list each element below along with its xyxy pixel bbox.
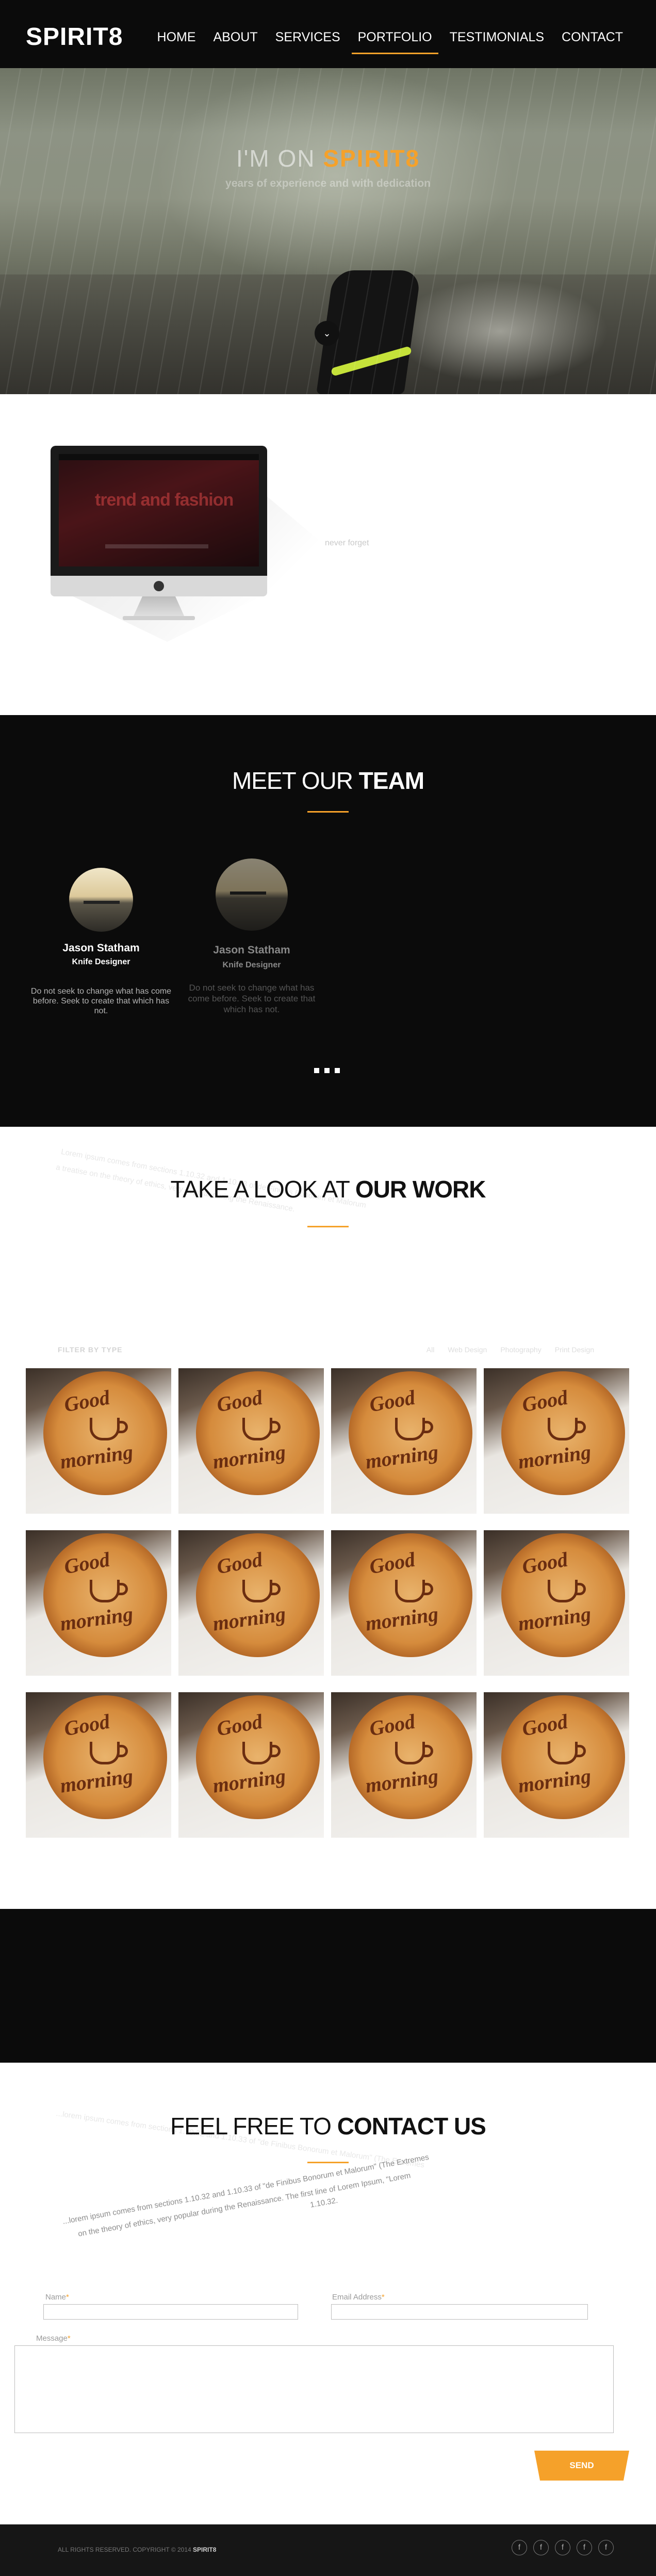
work-title-underline (307, 1226, 349, 1227)
apple-logo-icon (154, 581, 164, 591)
team-carousel-dots (314, 1068, 345, 1073)
portfolio-section: Lorem ipsum comes from sections 1.10.32 … (0, 1127, 656, 1909)
member-name: Jason Statham (62, 942, 140, 954)
hero-subtitle: years of experience and with dedication (225, 177, 431, 189)
team-section: MEET OUR TEAM Jason Statham Knife Design… (0, 715, 656, 1127)
hero-title-highlight: SPIRIT8 (323, 145, 420, 172)
facebook-icon[interactable]: f (533, 2540, 549, 2555)
dark-separator-band (0, 1909, 656, 2063)
contact-section: ...lorem ipsum comes from sections 1.10.… (0, 2063, 656, 2524)
portfolio-tile[interactable]: Good morning (331, 1692, 477, 1838)
send-button[interactable]: SEND (534, 2451, 629, 2481)
menu-item-contact[interactable]: CONTACT (562, 30, 623, 45)
portfolio-tile[interactable]: Good morning (26, 1368, 171, 1514)
filter-label: FILTER BY TYPE (58, 1346, 123, 1354)
chevron-down-icon: ⌄ (323, 328, 331, 338)
carousel-dot[interactable] (335, 1068, 340, 1073)
menu-item-home[interactable]: HOME (157, 30, 196, 45)
team-title-bold: TEAM (358, 767, 424, 794)
portfolio-tile[interactable]: Good morning (331, 1530, 477, 1676)
scroll-down-button[interactable]: ⌄ (315, 321, 339, 346)
team-title-underline (307, 811, 349, 813)
about-side-text: never forget (325, 539, 369, 547)
contact-title-underline (307, 2162, 349, 2163)
portfolio-grid: Good morning Good morning Good morning Good… (26, 1368, 630, 1838)
portfolio-tile[interactable]: Good morning (178, 1530, 324, 1676)
background-text: 1.10.32. (309, 2196, 339, 2210)
filter-all[interactable]: All (427, 1346, 435, 1354)
filter-print-design[interactable]: Print Design (555, 1346, 594, 1354)
member-bio: Do not seek to change what has come befo… (188, 983, 316, 1014)
message-label: Message* (36, 2334, 71, 2343)
menu-item-services[interactable]: SERVICES (275, 30, 340, 45)
work-title: TAKE A LOOK AT OUR WORK (0, 1175, 656, 1203)
carousel-dot[interactable] (324, 1068, 330, 1073)
hero-title: I'M ON SPIRIT8 (0, 144, 656, 172)
imac-screen-headline: trend and fashion (95, 490, 234, 510)
portfolio-tile[interactable]: Good morning (484, 1692, 629, 1838)
imac-base (123, 616, 195, 620)
team-title-plain: MEET OUR (232, 767, 353, 794)
email-label: Email Address* (332, 2293, 385, 2302)
name-label: Name* (45, 2293, 69, 2302)
imac-stand (133, 596, 185, 617)
contact-title-bold: CONTACT US (337, 2113, 486, 2140)
top-navbar: SPIRIT8 HOME ABOUT SERVICES PORTFOLIO TE… (0, 0, 656, 68)
member-bio: Do not seek to change what has come befo… (30, 987, 172, 1015)
member-role: Knife Designer (72, 958, 130, 966)
portfolio-tile[interactable]: Good morning (26, 1692, 171, 1838)
carousel-dot[interactable] (314, 1068, 319, 1073)
avatar (69, 868, 133, 932)
filter-web-design[interactable]: Web Design (448, 1346, 487, 1354)
facebook-icon[interactable]: f (512, 2540, 527, 2555)
hero-section: I'M ON SPIRIT8 years of experience and w… (0, 68, 656, 394)
menu-item-testimonials[interactable]: TESTIMONIALS (450, 30, 544, 45)
portfolio-tile[interactable]: Good morning (178, 1368, 324, 1514)
contact-title: FEEL FREE TO CONTACT US (0, 2112, 656, 2140)
portfolio-tile[interactable]: Good morning (26, 1530, 171, 1676)
work-title-bold: OUR WORK (355, 1176, 486, 1203)
background-text: on the theory of ethics, very popular du… (77, 2171, 412, 2239)
imac-screen: trend and fashion (59, 454, 259, 566)
portfolio-tile[interactable]: Good morning (331, 1368, 477, 1514)
team-title: MEET OUR TEAM (0, 767, 656, 795)
member-role: Knife Designer (222, 961, 281, 969)
message-field[interactable] (14, 2345, 614, 2433)
menu-item-portfolio[interactable]: PORTFOLIO (351, 30, 438, 54)
facebook-icon[interactable]: f (598, 2540, 614, 2555)
filter-options: All Web Design Photography Print Design (413, 1346, 594, 1354)
hero-title-prefix: I'M ON (236, 145, 316, 172)
about-section: trend and fashion never forget (0, 394, 656, 715)
social-links: f f f f f (505, 2540, 614, 2555)
imac-screen-browser-bar (59, 454, 259, 460)
member-name: Jason Statham (213, 944, 290, 956)
copyright-text: ALL RIGHTS RESERVED. COPYRIGHT © 2014 SP… (58, 2546, 217, 2553)
portfolio-tile[interactable]: Good morning (178, 1692, 324, 1838)
avatar (216, 858, 288, 931)
work-title-plain: TAKE A LOOK AT (170, 1176, 350, 1203)
facebook-icon[interactable]: f (555, 2540, 570, 2555)
imac-mockup: trend and fashion (51, 446, 267, 620)
contact-title-plain: FEEL FREE TO (170, 2113, 332, 2140)
background-text: ...lorem ipsum comes from sections 1.10.… (62, 2152, 430, 2226)
filter-photography[interactable]: Photography (500, 1346, 541, 1354)
portfolio-tile[interactable]: Good morning (484, 1368, 629, 1514)
logo[interactable]: SPIRIT8 (26, 23, 123, 51)
portfolio-tile[interactable]: Good morning (484, 1530, 629, 1676)
main-menu: HOME ABOUT SERVICES PORTFOLIO TESTIMONIA… (140, 30, 623, 54)
footer: ALL RIGHTS RESERVED. COPYRIGHT © 2014 SP… (0, 2524, 656, 2576)
facebook-icon[interactable]: f (577, 2540, 592, 2555)
imac-screen-footer (105, 544, 208, 548)
menu-item-about[interactable]: ABOUT (214, 30, 258, 45)
email-field[interactable] (331, 2304, 588, 2320)
name-field[interactable] (43, 2304, 298, 2320)
